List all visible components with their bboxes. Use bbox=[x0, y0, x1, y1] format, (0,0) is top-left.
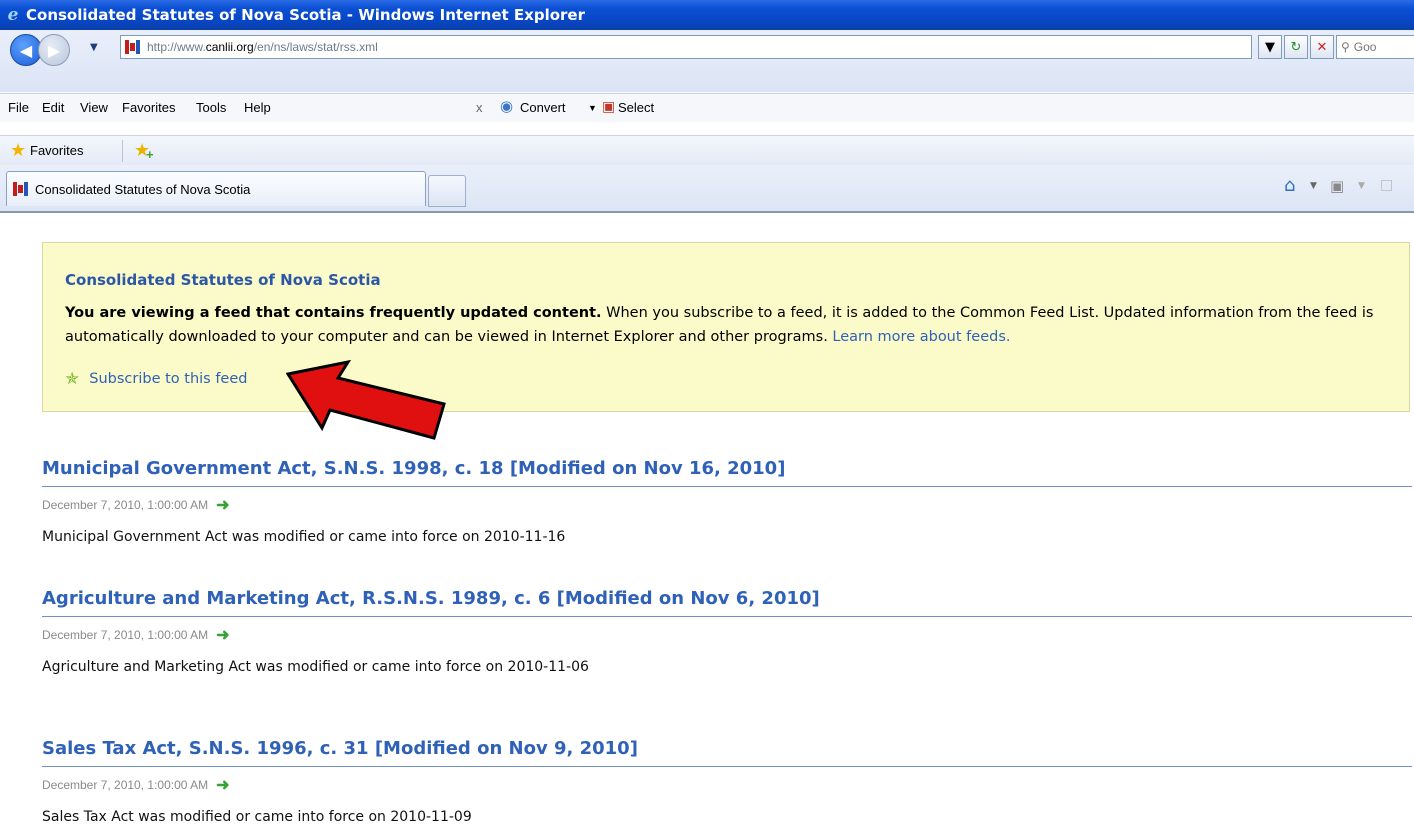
feed-title: Consolidated Statutes of Nova Scotia bbox=[65, 271, 381, 289]
print-icon[interactable]: □ bbox=[1380, 177, 1393, 193]
menu-bar: File Edit View Favorites Tools Help x ◉ … bbox=[0, 93, 1414, 122]
feed-item-title[interactable]: Sales Tax Act, S.N.S. 1996, c. 31 [Modif… bbox=[42, 736, 1412, 762]
feed-intro-bold: You are viewing a feed that contains fre… bbox=[65, 305, 602, 321]
go-arrow-icon[interactable]: ➜ bbox=[216, 775, 229, 795]
url-prefix: http://www. bbox=[147, 40, 206, 54]
search-icon: ⚲ bbox=[1341, 40, 1350, 54]
window-title-bar: e Consolidated Statutes of Nova Scotia -… bbox=[0, 0, 1414, 30]
toolbar-close-button[interactable]: x bbox=[476, 100, 483, 115]
go-arrow-icon[interactable]: ➜ bbox=[216, 495, 229, 515]
site-favicon-icon bbox=[125, 39, 141, 55]
learn-more-link[interactable]: Learn more about feeds. bbox=[832, 329, 1010, 345]
menu-favorites[interactable]: Favorites bbox=[122, 100, 175, 115]
feed-item-date: December 7, 2010, 1:00:00 AM bbox=[42, 778, 209, 792]
convert-button[interactable]: Convert bbox=[520, 100, 566, 115]
subscribe-star-icon: ✯ bbox=[65, 369, 80, 389]
feed-item-divider bbox=[42, 766, 1412, 767]
home-dropdown-icon[interactable]: ▼ bbox=[1310, 181, 1317, 191]
home-icon[interactable]: ⌂ bbox=[1284, 175, 1295, 196]
ie-logo-icon: e bbox=[7, 5, 19, 25]
feed-info-box: Consolidated Statutes of Nova Scotia You… bbox=[42, 242, 1410, 412]
convert-icon: ◉ bbox=[500, 98, 514, 115]
tab-bar: Consolidated Statutes of Nova Scotia ⌂ ▼… bbox=[0, 165, 1414, 213]
refresh-button[interactable]: ↻ bbox=[1284, 35, 1308, 59]
stop-button[interactable]: ✕ bbox=[1310, 35, 1334, 59]
select-icon: ▣ bbox=[602, 98, 616, 114]
feeds-dropdown-icon[interactable]: ▼ bbox=[1358, 181, 1365, 191]
feed-item-summary: Municipal Government Act was modified or… bbox=[42, 529, 566, 545]
subscribe-link[interactable]: Subscribe to this feed bbox=[89, 371, 247, 387]
navigation-bar: ◀ ▶ ▼ http://www. canlii.org/en/ns/laws/s… bbox=[0, 30, 1414, 92]
add-plus-icon: + bbox=[146, 147, 154, 162]
history-dropdown-icon[interactable]: ▼ bbox=[90, 42, 98, 53]
feed-item-title[interactable]: Municipal Government Act, S.N.S. 1998, c… bbox=[42, 456, 1412, 482]
favorites-button[interactable]: Favorites bbox=[30, 143, 83, 158]
menu-edit[interactable]: Edit bbox=[42, 100, 64, 115]
feed-item: Municipal Government Act, S.N.S. 1998, c… bbox=[42, 456, 1412, 545]
menu-tools[interactable]: Tools bbox=[196, 100, 226, 115]
tab-consolidated-statutes[interactable]: Consolidated Statutes of Nova Scotia bbox=[6, 171, 426, 206]
menu-help[interactable]: Help bbox=[244, 100, 271, 115]
feed-description: You are viewing a feed that contains fre… bbox=[65, 301, 1375, 349]
feed-item: Agriculture and Marketing Act, R.S.N.S. … bbox=[42, 586, 1412, 675]
search-placeholder: Goo bbox=[1353, 40, 1377, 54]
feed-item-summary: Agriculture and Marketing Act was modifi… bbox=[42, 659, 589, 675]
red-annotation-arrow-icon bbox=[286, 360, 446, 440]
tab-label: Consolidated Statutes of Nova Scotia bbox=[35, 181, 251, 197]
forward-button[interactable]: ▶ bbox=[38, 34, 70, 66]
feed-item-title[interactable]: Agriculture and Marketing Act, R.S.N.S. … bbox=[42, 586, 1412, 612]
search-input[interactable]: ⚲ Goo bbox=[1336, 35, 1414, 59]
go-arrow-icon[interactable]: ➜ bbox=[216, 625, 229, 645]
new-tab-button[interactable] bbox=[428, 175, 466, 207]
address-dropdown-button[interactable]: ▼ bbox=[1258, 35, 1282, 59]
address-bar[interactable]: http://www. canlii.org/en/ns/laws/stat/rs… bbox=[120, 35, 1252, 59]
subscribe-link-row[interactable]: ✯ Subscribe to this feed bbox=[65, 369, 247, 389]
menu-file[interactable]: File bbox=[8, 100, 29, 115]
select-button[interactable]: Select bbox=[618, 100, 654, 115]
feed-item-divider bbox=[42, 616, 1412, 617]
favorites-star-icon: ★ bbox=[10, 140, 27, 160]
window-title: Consolidated Statutes of Nova Scotia - W… bbox=[26, 6, 585, 24]
tab-favicon-icon bbox=[13, 181, 29, 197]
feed-item-date-row: December 7, 2010, 1:00:00 AM ➜ bbox=[42, 495, 1412, 515]
feed-item-date: December 7, 2010, 1:00:00 AM bbox=[42, 498, 209, 512]
feed-item-date-row: December 7, 2010, 1:00:00 AM ➜ bbox=[42, 625, 1412, 645]
convert-dropdown-icon[interactable]: ▼ bbox=[588, 103, 597, 113]
url-domain: canlii.org bbox=[205, 40, 254, 54]
feed-item-summary: Sales Tax Act was modified or came into … bbox=[42, 809, 472, 825]
feed-item-date: December 7, 2010, 1:00:00 AM bbox=[42, 628, 209, 642]
feeds-icon[interactable]: ▣ bbox=[1330, 177, 1344, 195]
feed-item-divider bbox=[42, 486, 1412, 487]
feed-item: Sales Tax Act, S.N.S. 1996, c. 31 [Modif… bbox=[42, 736, 1412, 825]
favorites-divider bbox=[122, 140, 123, 162]
favorites-bar: ★ Favorites ★ + bbox=[0, 135, 1414, 166]
menu-view[interactable]: View bbox=[80, 100, 108, 115]
feed-item-date-row: December 7, 2010, 1:00:00 AM ➜ bbox=[42, 775, 1412, 795]
url-path: /en/ns/laws/stat/rss.xml bbox=[253, 40, 378, 54]
